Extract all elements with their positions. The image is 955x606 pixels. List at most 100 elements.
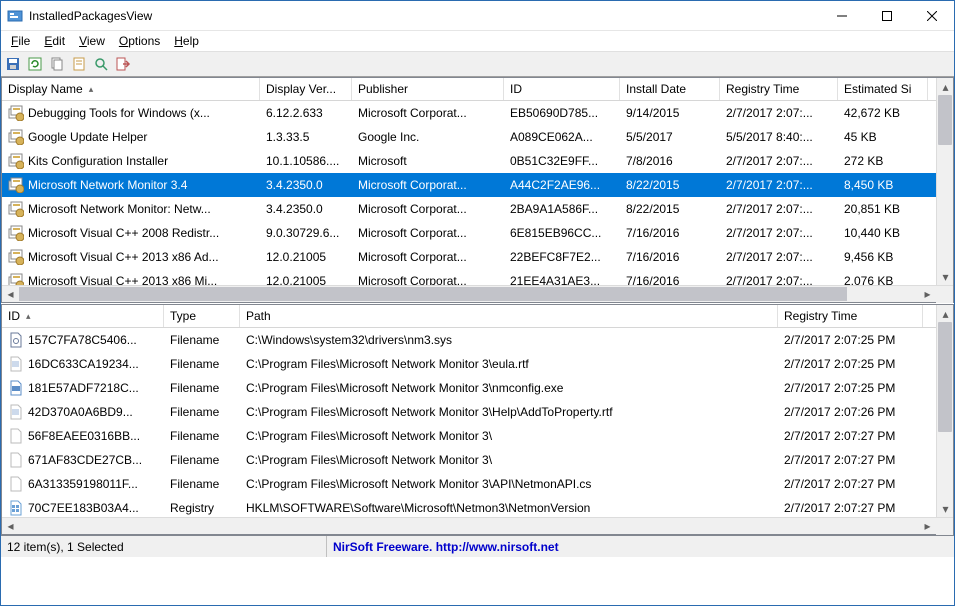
toolbar: [1, 51, 954, 77]
detail-row[interactable]: 181E57ADF7218C...FilenameC:\Program File…: [2, 376, 953, 400]
find-icon[interactable]: [93, 56, 109, 72]
menu-edit[interactable]: Edit: [38, 33, 71, 49]
cell-detail-type: Registry: [164, 501, 240, 515]
cell-install-date: 7/16/2016: [620, 250, 720, 264]
cell-publisher: Microsoft Corporat...: [352, 106, 504, 120]
scroll-up-icon[interactable]: ▴: [937, 305, 954, 322]
cell-install-date: 8/22/2015: [620, 178, 720, 192]
cell-detail-id: 16DC633CA19234...: [28, 357, 139, 371]
refresh-icon[interactable]: [27, 56, 43, 72]
packages-hscrollbar[interactable]: ◂ ▸: [2, 285, 953, 302]
cell-registry-time: 2/7/2017 2:07:...: [720, 154, 838, 168]
cell-id: A089CE062A...: [504, 130, 620, 144]
packages-header-row: Display Name▴ Display Ver... Publisher I…: [2, 78, 953, 101]
maximize-button[interactable]: [864, 1, 909, 30]
file-icon: [8, 500, 24, 516]
package-row[interactable]: Microsoft Network Monitor 3.43.4.2350.0M…: [2, 173, 953, 197]
detail-row[interactable]: 16DC633CA19234...FilenameC:\Program File…: [2, 352, 953, 376]
minimize-button[interactable]: [819, 1, 864, 30]
cell-estimated-size: 42,672 KB: [838, 106, 928, 120]
col-detail-type[interactable]: Type: [164, 305, 240, 327]
details-list[interactable]: 157C7FA78C5406...FilenameC:\Windows\syst…: [2, 328, 953, 534]
details-vscrollbar[interactable]: ▴ ▾: [936, 305, 953, 517]
col-detail-registry-time[interactable]: Registry Time: [778, 305, 923, 327]
exit-icon[interactable]: [115, 56, 131, 72]
cell-estimated-size: 45 KB: [838, 130, 928, 144]
cell-detail-path: C:\Program Files\Microsoft Network Monit…: [240, 405, 778, 419]
package-row[interactable]: Microsoft Visual C++ 2013 x86 Ad...12.0.…: [2, 245, 953, 269]
cell-id: 0B51C32E9FF...: [504, 154, 620, 168]
detail-row[interactable]: 671AF83CDE27CB...FilenameC:\Program File…: [2, 448, 953, 472]
details-hscrollbar[interactable]: ◂ ▸: [2, 517, 953, 534]
cell-display-version: 6.12.2.633: [260, 106, 352, 120]
close-button[interactable]: [909, 1, 954, 30]
copy-icon[interactable]: [49, 56, 65, 72]
menu-view[interactable]: View: [73, 33, 111, 49]
col-estimated-size[interactable]: Estimated Si: [838, 78, 928, 100]
cell-install-date: 9/14/2015: [620, 106, 720, 120]
cell-detail-registry-time: 2/7/2017 2:07:27 PM: [778, 477, 923, 491]
cell-publisher: Microsoft: [352, 154, 504, 168]
scroll-down-icon[interactable]: ▾: [937, 500, 954, 517]
package-row[interactable]: Microsoft Visual C++ 2008 Redistr...9.0.…: [2, 221, 953, 245]
package-row[interactable]: Google Update Helper 1.3.33.5Google Inc.A…: [2, 125, 953, 149]
scroll-thumb[interactable]: [938, 95, 952, 145]
status-bar: 12 item(s), 1 Selected NirSoft Freeware.…: [1, 535, 954, 557]
cell-id: A44C2F2AE96...: [504, 178, 620, 192]
detail-row[interactable]: 56F8EAEE0316BB...FilenameC:\Program File…: [2, 424, 953, 448]
menu-options[interactable]: Options: [113, 33, 166, 49]
cell-display-version: 1.3.33.5: [260, 130, 352, 144]
package-row[interactable]: Kits Configuration Installer10.1.10586..…: [2, 149, 953, 173]
detail-row[interactable]: 157C7FA78C5406...FilenameC:\Windows\syst…: [2, 328, 953, 352]
packages-list[interactable]: Debugging Tools for Windows (x...6.12.2.…: [2, 101, 953, 302]
cell-publisher: Google Inc.: [352, 130, 504, 144]
cell-install-date: 7/8/2016: [620, 154, 720, 168]
packages-vscrollbar[interactable]: ▴ ▾: [936, 78, 953, 285]
cell-display-name: Google Update Helper: [28, 130, 147, 144]
file-icon: [8, 356, 24, 372]
scroll-left-icon[interactable]: ◂: [2, 518, 19, 535]
detail-row[interactable]: 6A313359198011F...FilenameC:\Program Fil…: [2, 472, 953, 496]
file-icon: [8, 428, 24, 444]
scroll-thumb[interactable]: [19, 287, 847, 301]
col-install-date[interactable]: Install Date: [620, 78, 720, 100]
cell-registry-time: 2/7/2017 2:07:...: [720, 250, 838, 264]
cell-estimated-size: 8,450 KB: [838, 178, 928, 192]
menu-bar: File Edit View Options Help: [1, 31, 954, 51]
col-detail-path[interactable]: Path: [240, 305, 778, 327]
cell-detail-registry-time: 2/7/2017 2:07:25 PM: [778, 357, 923, 371]
col-detail-id[interactable]: ID▴: [2, 305, 164, 327]
save-icon[interactable]: [5, 56, 21, 72]
scroll-left-icon[interactable]: ◂: [2, 286, 19, 303]
scroll-thumb[interactable]: [938, 322, 952, 432]
status-item-count: 12 item(s), 1 Selected: [7, 536, 327, 557]
col-display-name[interactable]: Display Name▴: [2, 78, 260, 100]
properties-icon[interactable]: [71, 56, 87, 72]
col-id[interactable]: ID: [504, 78, 620, 100]
package-icon: [8, 105, 24, 121]
package-icon: [8, 249, 24, 265]
cell-install-date: 5/5/2017: [620, 130, 720, 144]
scroll-down-icon[interactable]: ▾: [937, 268, 954, 285]
scroll-right-icon[interactable]: ▸: [919, 286, 936, 303]
cell-publisher: Microsoft Corporat...: [352, 226, 504, 240]
cell-display-version: 3.4.2350.0: [260, 178, 352, 192]
cell-estimated-size: 9,456 KB: [838, 250, 928, 264]
package-row[interactable]: Microsoft Network Monitor: Netw...3.4.23…: [2, 197, 953, 221]
cell-detail-path: HKLM\SOFTWARE\Software\Microsoft\Netmon3…: [240, 501, 778, 515]
cell-install-date: 7/16/2016: [620, 226, 720, 240]
detail-row[interactable]: 42D370A0A6BD9...FilenameC:\Program Files…: [2, 400, 953, 424]
menu-file[interactable]: File: [5, 33, 36, 49]
file-icon: [8, 476, 24, 492]
cell-display-version: 10.1.10586....: [260, 154, 352, 168]
col-display-version[interactable]: Display Ver...: [260, 78, 352, 100]
cell-display-name: Microsoft Visual C++ 2013 x86 Ad...: [28, 250, 219, 264]
col-registry-time[interactable]: Registry Time: [720, 78, 838, 100]
status-link[interactable]: NirSoft Freeware. http://www.nirsoft.net: [327, 540, 948, 554]
scroll-right-icon[interactable]: ▸: [919, 518, 936, 535]
menu-help[interactable]: Help: [168, 33, 205, 49]
package-row[interactable]: Debugging Tools for Windows (x...6.12.2.…: [2, 101, 953, 125]
cell-display-name: Microsoft Network Monitor: Netw...: [28, 202, 211, 216]
scroll-up-icon[interactable]: ▴: [937, 78, 954, 95]
col-publisher[interactable]: Publisher: [352, 78, 504, 100]
